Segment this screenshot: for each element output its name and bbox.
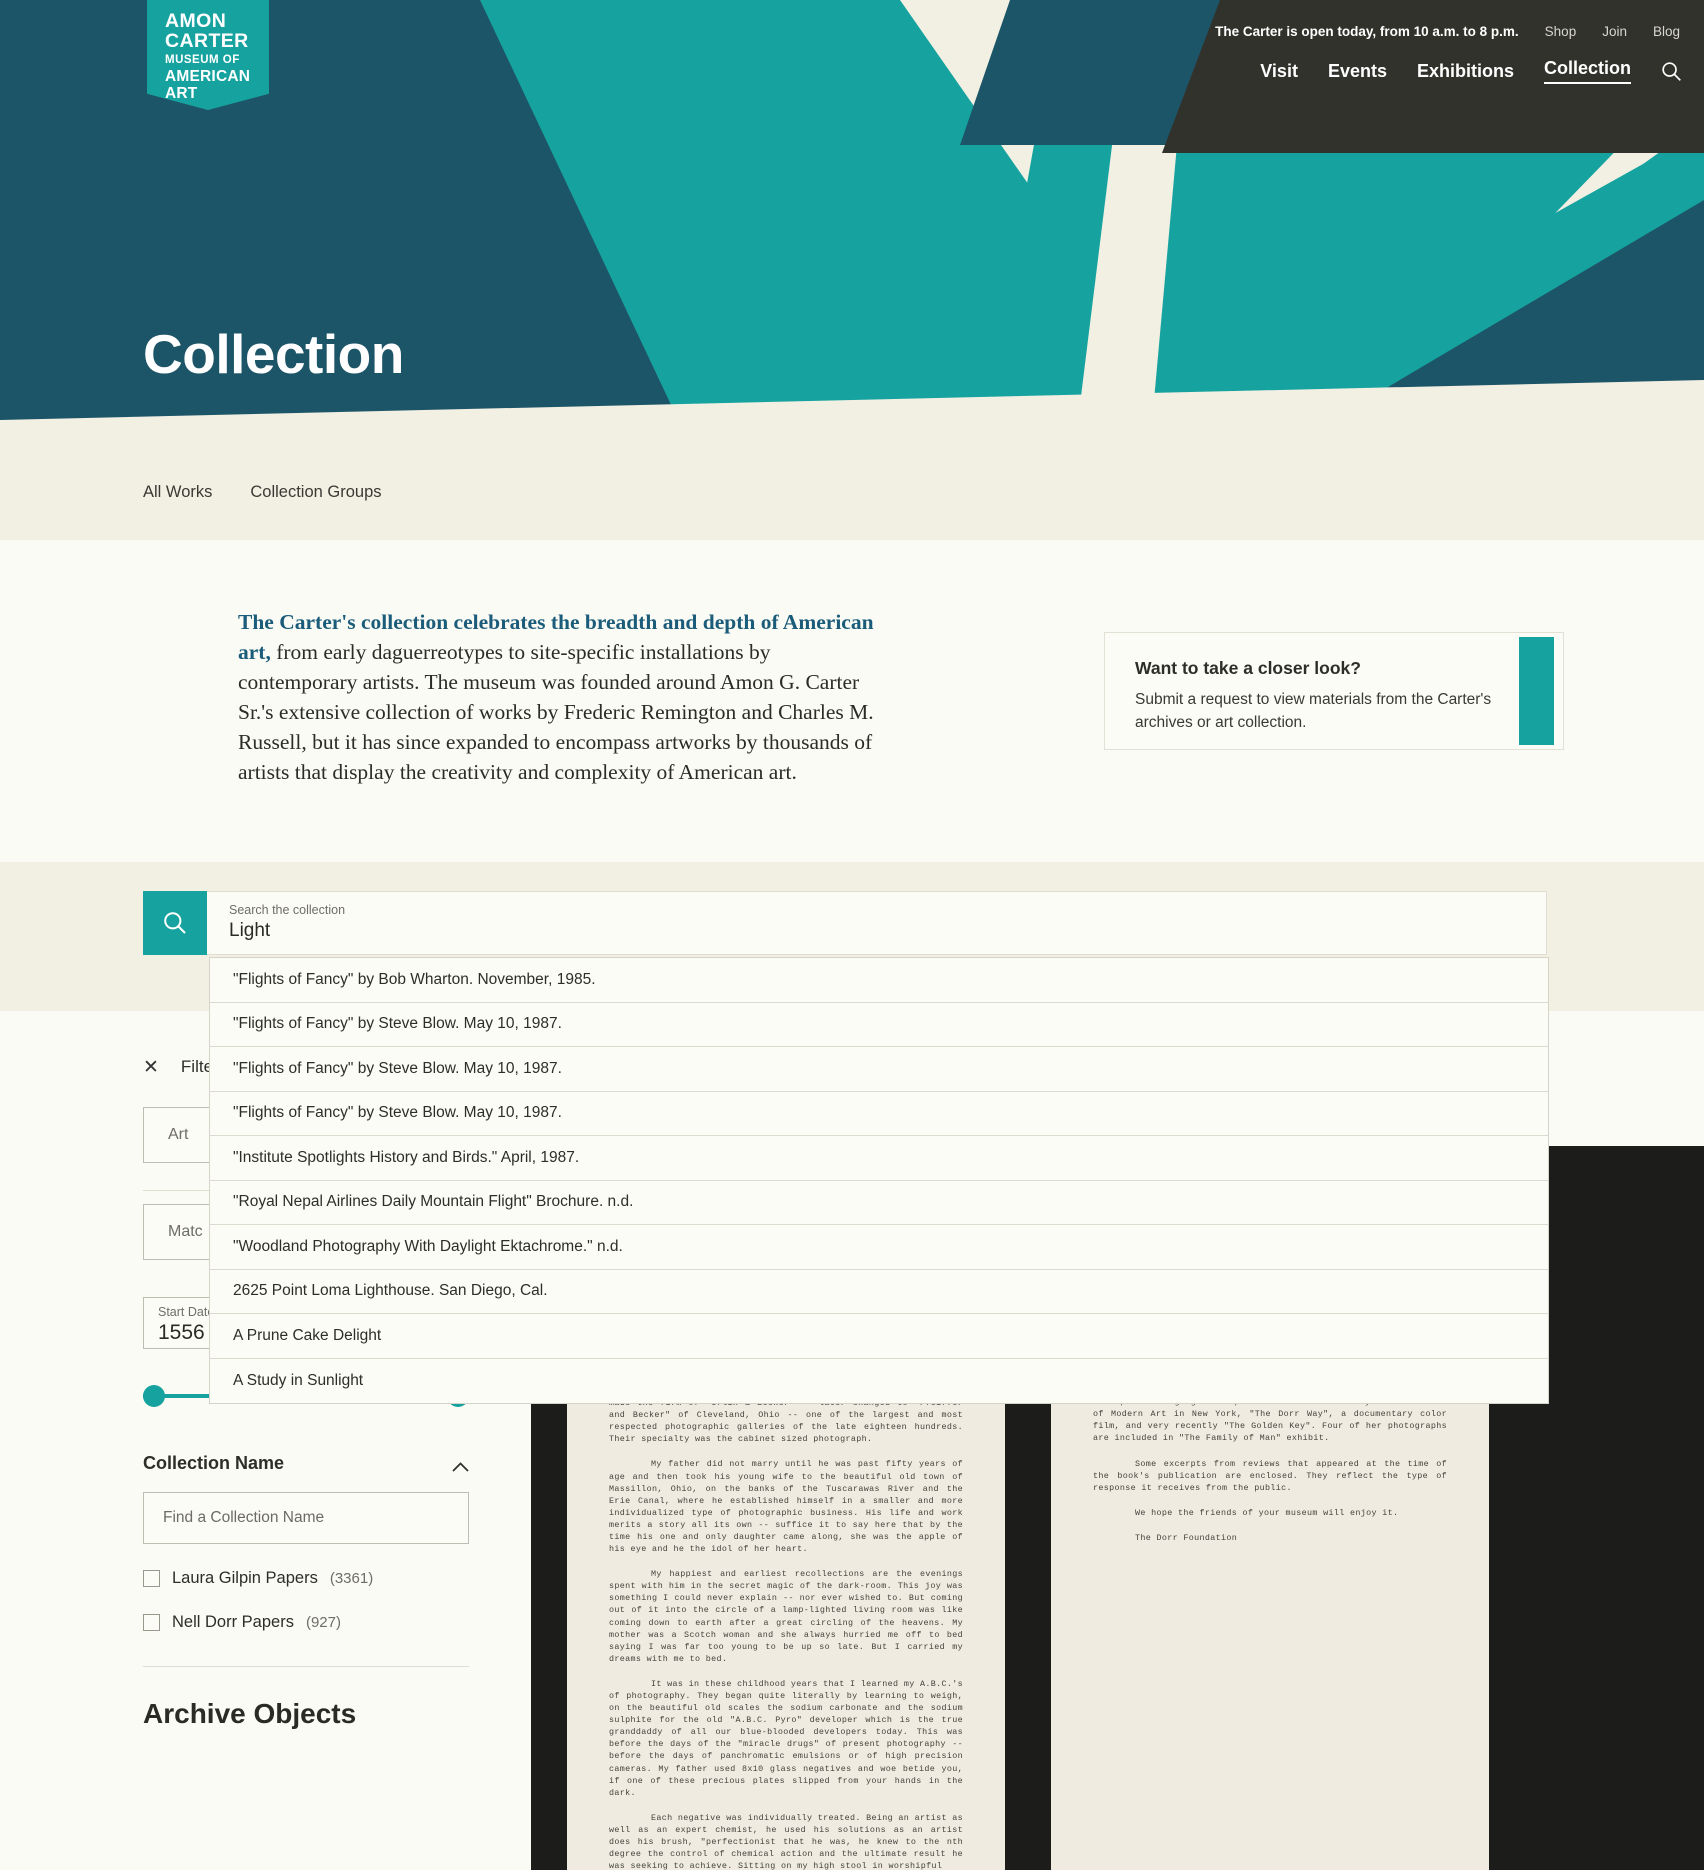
collection-name-section-header[interactable]: Collection Name — [143, 1453, 469, 1474]
search-input-value: Light — [229, 920, 271, 941]
suggestion-item[interactable]: "Flights of Fancy" by Steve Blow. May 10… — [210, 1092, 1548, 1136]
nav-link-collection[interactable]: Collection — [1543, 58, 1631, 84]
collection-name-search-input[interactable]: Find a Collection Name — [143, 1492, 469, 1544]
section-divider — [143, 1666, 469, 1667]
search-submit-button[interactable] — [143, 891, 207, 955]
doc-paragraph: Each negative was individually treated. … — [609, 1812, 963, 1870]
slider-knob-start[interactable] — [143, 1385, 165, 1407]
tab-all-works[interactable]: All Works — [143, 483, 212, 502]
page-title: Collection — [143, 323, 404, 385]
utility-navigation: The Carter is open today, from 10 a.m. t… — [1215, 24, 1680, 39]
archive-objects-heading: Archive Objects — [143, 1698, 357, 1729]
search-input[interactable]: Search the collection Light — [207, 891, 1547, 955]
suggestion-item[interactable]: A Prune Cake Delight — [210, 1314, 1548, 1359]
nav-link-join[interactable]: Join — [1602, 24, 1627, 39]
logo-line-1: AMON CARTER — [165, 10, 249, 52]
suggestion-item[interactable]: "Royal Nepal Airlines Daily Mountain Fli… — [210, 1181, 1548, 1225]
main-navigation: Visit Events Exhibitions Collection — [1260, 58, 1682, 84]
nav-link-shop[interactable]: Shop — [1545, 24, 1577, 39]
collection-name-option[interactable]: Laura Gilpin Papers (3361) — [143, 1569, 531, 1588]
chevron-up-icon[interactable] — [452, 1459, 469, 1472]
search-suggestions-dropdown: "Flights of Fancy" by Bob Wharton. Novem… — [209, 957, 1549, 1404]
option-label: Laura Gilpin Papers — [172, 1569, 318, 1587]
checkbox[interactable] — [143, 1614, 160, 1631]
search-icon[interactable] — [1661, 61, 1682, 82]
nav-link-visit[interactable]: Visit — [1260, 61, 1298, 82]
hours-status: The Carter is open today, from 10 a.m. t… — [1215, 24, 1519, 39]
option-label: Nell Dorr Papers — [172, 1613, 294, 1631]
suggestion-item[interactable]: A Study in Sunlight — [210, 1359, 1548, 1404]
callout-body: Submit a request to view materials from … — [1135, 691, 1492, 731]
closer-look-callout[interactable]: Want to take a closer look? Submit a req… — [1104, 632, 1564, 750]
callout-title: Want to take a closer look? — [1135, 658, 1361, 678]
suggestion-item[interactable]: "Flights of Fancy" by Bob Wharton. Novem… — [210, 958, 1548, 1003]
suggestion-item[interactable]: "Institute Spotlights History and Birds.… — [210, 1136, 1548, 1181]
suggestion-item[interactable]: 2625 Point Loma Lighthouse. San Diego, C… — [210, 1270, 1548, 1314]
nav-link-events[interactable]: Events — [1328, 61, 1387, 82]
collection-tabbar: All Works Collection Groups — [0, 445, 1704, 540]
option-count: (3361) — [329, 1570, 374, 1587]
collection-name-option[interactable]: Nell Dorr Papers (927) — [143, 1613, 531, 1632]
nav-link-exhibitions[interactable]: Exhibitions — [1417, 61, 1514, 82]
collection-search: Search the collection Light — [143, 891, 1547, 955]
doc-paragraph: My happiest and earliest recollections a… — [609, 1569, 963, 1664]
site-logo[interactable]: AMON CARTER MUSEUM OF AMERICAN ART — [147, 0, 269, 110]
doc-paragraph: We hope the friends of your museum will … — [1135, 1507, 1399, 1518]
hero-banner: AMON CARTER MUSEUM OF AMERICAN ART The C… — [0, 0, 1704, 445]
suggestion-item[interactable]: "Flights of Fancy" by Steve Blow. May 10… — [210, 1003, 1548, 1047]
close-icon[interactable]: ✕ — [143, 1056, 159, 1079]
checkbox[interactable] — [143, 1570, 160, 1587]
intro-rest: from early daguerreotypes to site-specif… — [238, 640, 874, 784]
tab-collection-groups[interactable]: Collection Groups — [250, 483, 381, 502]
suggestion-item[interactable]: "Flights of Fancy" by Steve Blow. May 10… — [210, 1047, 1548, 1092]
doc-paragraph: My father did not marry until he was pas… — [609, 1459, 963, 1555]
doc-paragraph: Some excerpts from reviews that appeared… — [1093, 1458, 1447, 1493]
search-input-label: Search the collection — [229, 903, 346, 917]
option-count: (927) — [305, 1614, 341, 1631]
suggestion-item[interactable]: "Woodland Photography With Daylight Ekta… — [210, 1225, 1548, 1270]
collection-name-title: Collection Name — [143, 1453, 285, 1473]
intro-paragraph: The Carter's collection celebrates the b… — [238, 607, 886, 787]
nav-link-blog[interactable]: Blog — [1653, 24, 1680, 39]
logo-line-2: MUSEUM OF — [165, 54, 240, 66]
doc-signature: The Dorr Foundation — [1135, 1532, 1238, 1543]
logo-line-3: AMERICAN ART — [165, 68, 251, 102]
callout-accent-bar — [1519, 637, 1554, 745]
doc-paragraph: It was in these childhood years that I l… — [609, 1678, 963, 1798]
